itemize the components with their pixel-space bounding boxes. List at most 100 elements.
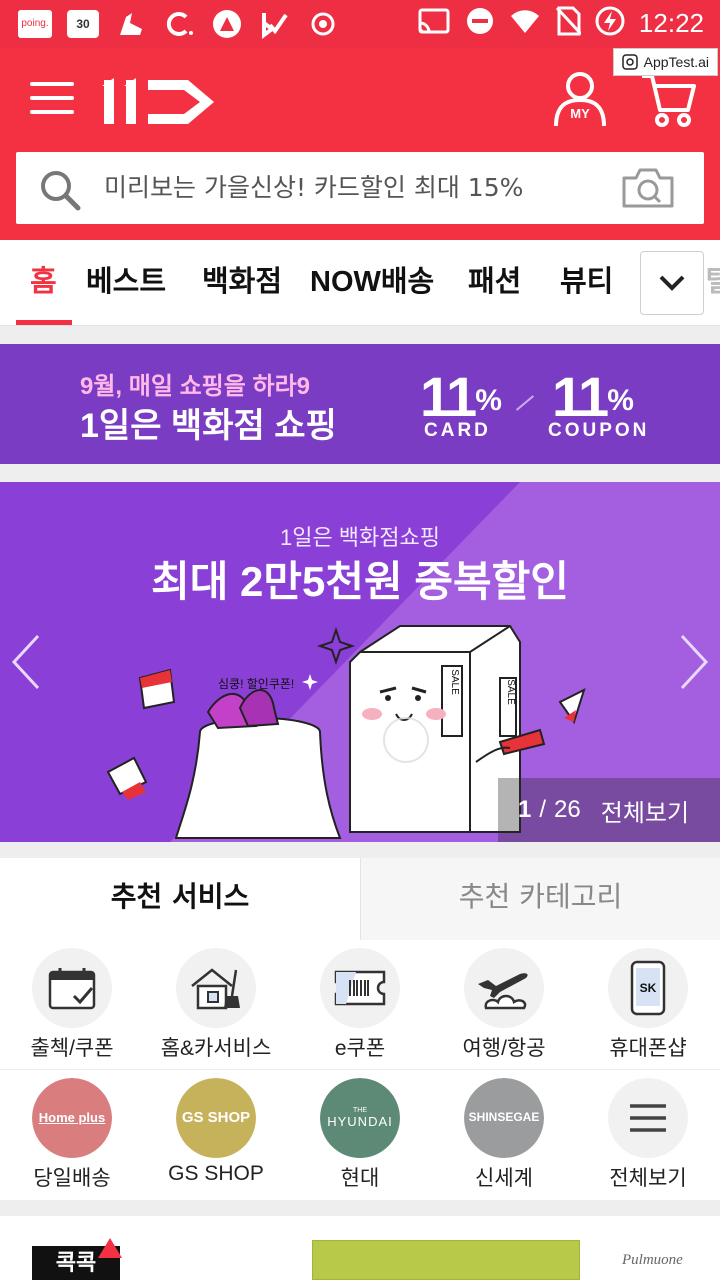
promo-banner[interactable]: 9월, 매일 쇼핑을 하라9 1일은 백화점 쇼핑 11% CARD 11% C…	[0, 344, 720, 464]
gsshop-brand: GS SHOP	[176, 1078, 256, 1158]
gsshop-logo: GS SHOP	[176, 1078, 256, 1158]
tab-beauty[interactable]: 뷰티	[560, 240, 613, 325]
service-label: 당일배송	[33, 1167, 111, 1190]
service-view-all[interactable]: 전체보기	[576, 1078, 720, 1198]
tab-best[interactable]: 베스트	[86, 240, 166, 325]
pager-separator: /	[539, 796, 547, 823]
carousel-prev-icon[interactable]	[8, 632, 44, 692]
tab-recommended-categories[interactable]: 추천 카테고리	[360, 858, 720, 940]
11st-logo[interactable]	[102, 72, 218, 128]
service-label: e쿠폰	[334, 1037, 386, 1060]
service-same-day[interactable]: Home plus 당일배송	[0, 1078, 144, 1198]
coupon-label: COUPON	[548, 420, 650, 441]
cart-icon	[642, 74, 696, 127]
service-label: GS SHOP	[168, 1162, 264, 1185]
check-flag-icon	[258, 8, 292, 40]
tab-now-delivery[interactable]: NOW배송	[310, 240, 434, 325]
speech-bubble-text: 심쿵! 할인쿠폰!	[218, 677, 294, 691]
app-screen: poing. 30 12:22 AppTest.ai MY 미리보는 가을신상!…	[0, 0, 720, 1280]
shoe-icon	[114, 8, 148, 40]
category-expand-button[interactable]	[640, 251, 704, 315]
battery-charging-icon	[595, 6, 625, 40]
view-all-banners-link[interactable]: 전체보기	[601, 793, 689, 828]
tab-recommended-services[interactable]: 추천 서비스	[0, 858, 360, 940]
divider	[0, 1200, 720, 1216]
c-app-icon	[162, 8, 196, 40]
promo-subtitle: 9월, 매일 쇼핑을 하라9	[80, 373, 311, 400]
user-icon	[554, 72, 606, 127]
active-tab-indicator	[16, 320, 72, 325]
search-input[interactable]: 미리보는 가을신상! 카드할인 최대 15%	[104, 152, 523, 224]
service-row-2: Home plus 당일배송 GS SHOP GS SHOP THE HYUND…	[0, 1070, 720, 1200]
hyundai-brand-name: HYUNDAI	[327, 1113, 393, 1129]
divider	[0, 326, 720, 344]
menu-line	[30, 110, 74, 114]
building-sale-sign-right: SALE	[505, 679, 516, 705]
carousel-next-icon[interactable]	[676, 632, 712, 692]
wifi-icon	[509, 7, 541, 39]
clock-time: 12:22	[638, 7, 704, 38]
service-home-car[interactable]: 홈&카서비스	[144, 948, 288, 1068]
card-label: CARD	[424, 420, 491, 441]
camera-search-icon[interactable]	[620, 166, 676, 210]
tab-fashion[interactable]: 패션	[468, 240, 521, 325]
hyundai-logo: THE HYUNDAI	[320, 1078, 400, 1158]
promo-title: 1일은 백화점 쇼핑	[80, 407, 337, 445]
recommend-tabs: 추천 서비스 추천 카테고리	[0, 858, 720, 940]
poing-label: poing.	[18, 10, 52, 38]
my-label: MY	[570, 106, 590, 121]
flag-icon	[98, 1238, 122, 1258]
divider	[0, 464, 720, 482]
menu-lines-icon	[608, 1078, 688, 1158]
homeplus-brand: Home plus	[32, 1078, 112, 1158]
calendar-badge-icon: 30	[66, 8, 100, 40]
record-icon	[306, 8, 340, 40]
tab-home[interactable]: 홈	[30, 240, 57, 325]
hyundai-brand: THE HYUNDAI	[320, 1078, 400, 1158]
barcode-ticket-icon	[320, 948, 400, 1028]
card-discount-unit: %	[475, 384, 502, 417]
service-shinsegae[interactable]: SHINSEGAE 신세계	[432, 1078, 576, 1198]
service-gs-shop[interactable]: GS SHOP GS SHOP	[144, 1078, 288, 1198]
service-label: 홈&카서비스	[160, 1037, 272, 1060]
pulmuone-logo: Pulmuone	[622, 1252, 683, 1268]
my-account-button[interactable]: MY	[552, 70, 608, 130]
search-icon	[41, 171, 81, 211]
service-travel[interactable]: 여행/항공	[432, 948, 576, 1068]
product-image[interactable]	[312, 1240, 580, 1280]
apptest-label: AppTest.ai	[643, 54, 709, 70]
tab-department-store[interactable]: 백화점	[202, 240, 282, 325]
shinsegae-logo: SHINSEGAE	[464, 1078, 544, 1158]
calendar-badge-number: 30	[67, 10, 99, 38]
app-header: MY 미리보는 가을신상! 카드할인 최대 15%	[0, 48, 720, 240]
building-sale-sign-left: SALE	[449, 669, 460, 695]
do-not-disturb-icon	[465, 6, 495, 40]
coupon-discount-unit: %	[607, 384, 634, 417]
poing-app-icon: poing.	[18, 8, 52, 40]
hamburger-menu-button[interactable]	[30, 82, 74, 118]
menu-line	[30, 82, 74, 86]
carousel-pager[interactable]: 1 / 26 전체보기	[498, 778, 720, 842]
cast-icon	[417, 7, 451, 39]
hero-title: 최대 2만5천원 중복할인	[151, 558, 569, 605]
service-row-1: 출첵/쿠폰 홈&카서비스 e쿠폰 여행/항공 SK 휴대폰샵	[0, 940, 720, 1070]
phone-sk-text: SK	[640, 981, 657, 995]
cart-button[interactable]	[640, 70, 696, 130]
service-phone-shop[interactable]: SK 휴대폰샵	[576, 948, 720, 1068]
service-hyundai[interactable]: THE HYUNDAI 현대	[288, 1078, 432, 1198]
brand-circle-icon	[210, 8, 244, 40]
service-ecoupon[interactable]: e쿠폰	[288, 948, 432, 1068]
divider	[0, 842, 720, 858]
service-attendance-coupon[interactable]: 출첵/쿠폰	[0, 948, 144, 1068]
search-bar[interactable]: 미리보는 가을신상! 카드할인 최대 15%	[16, 152, 704, 224]
menu-line	[30, 96, 74, 100]
service-label: 출첵/쿠폰	[30, 1037, 114, 1060]
chevron-down-icon	[659, 275, 685, 291]
next-section-peek: 콕콕 Pulmuone	[0, 1216, 720, 1280]
status-bar: poing. 30 12:22	[0, 0, 720, 48]
no-sim-icon	[555, 6, 583, 40]
camera-badge-icon	[621, 54, 638, 70]
homeplus-logo: Home plus	[32, 1078, 112, 1158]
calendar-check-icon	[32, 948, 112, 1028]
service-label: 휴대폰샵	[609, 1037, 687, 1060]
